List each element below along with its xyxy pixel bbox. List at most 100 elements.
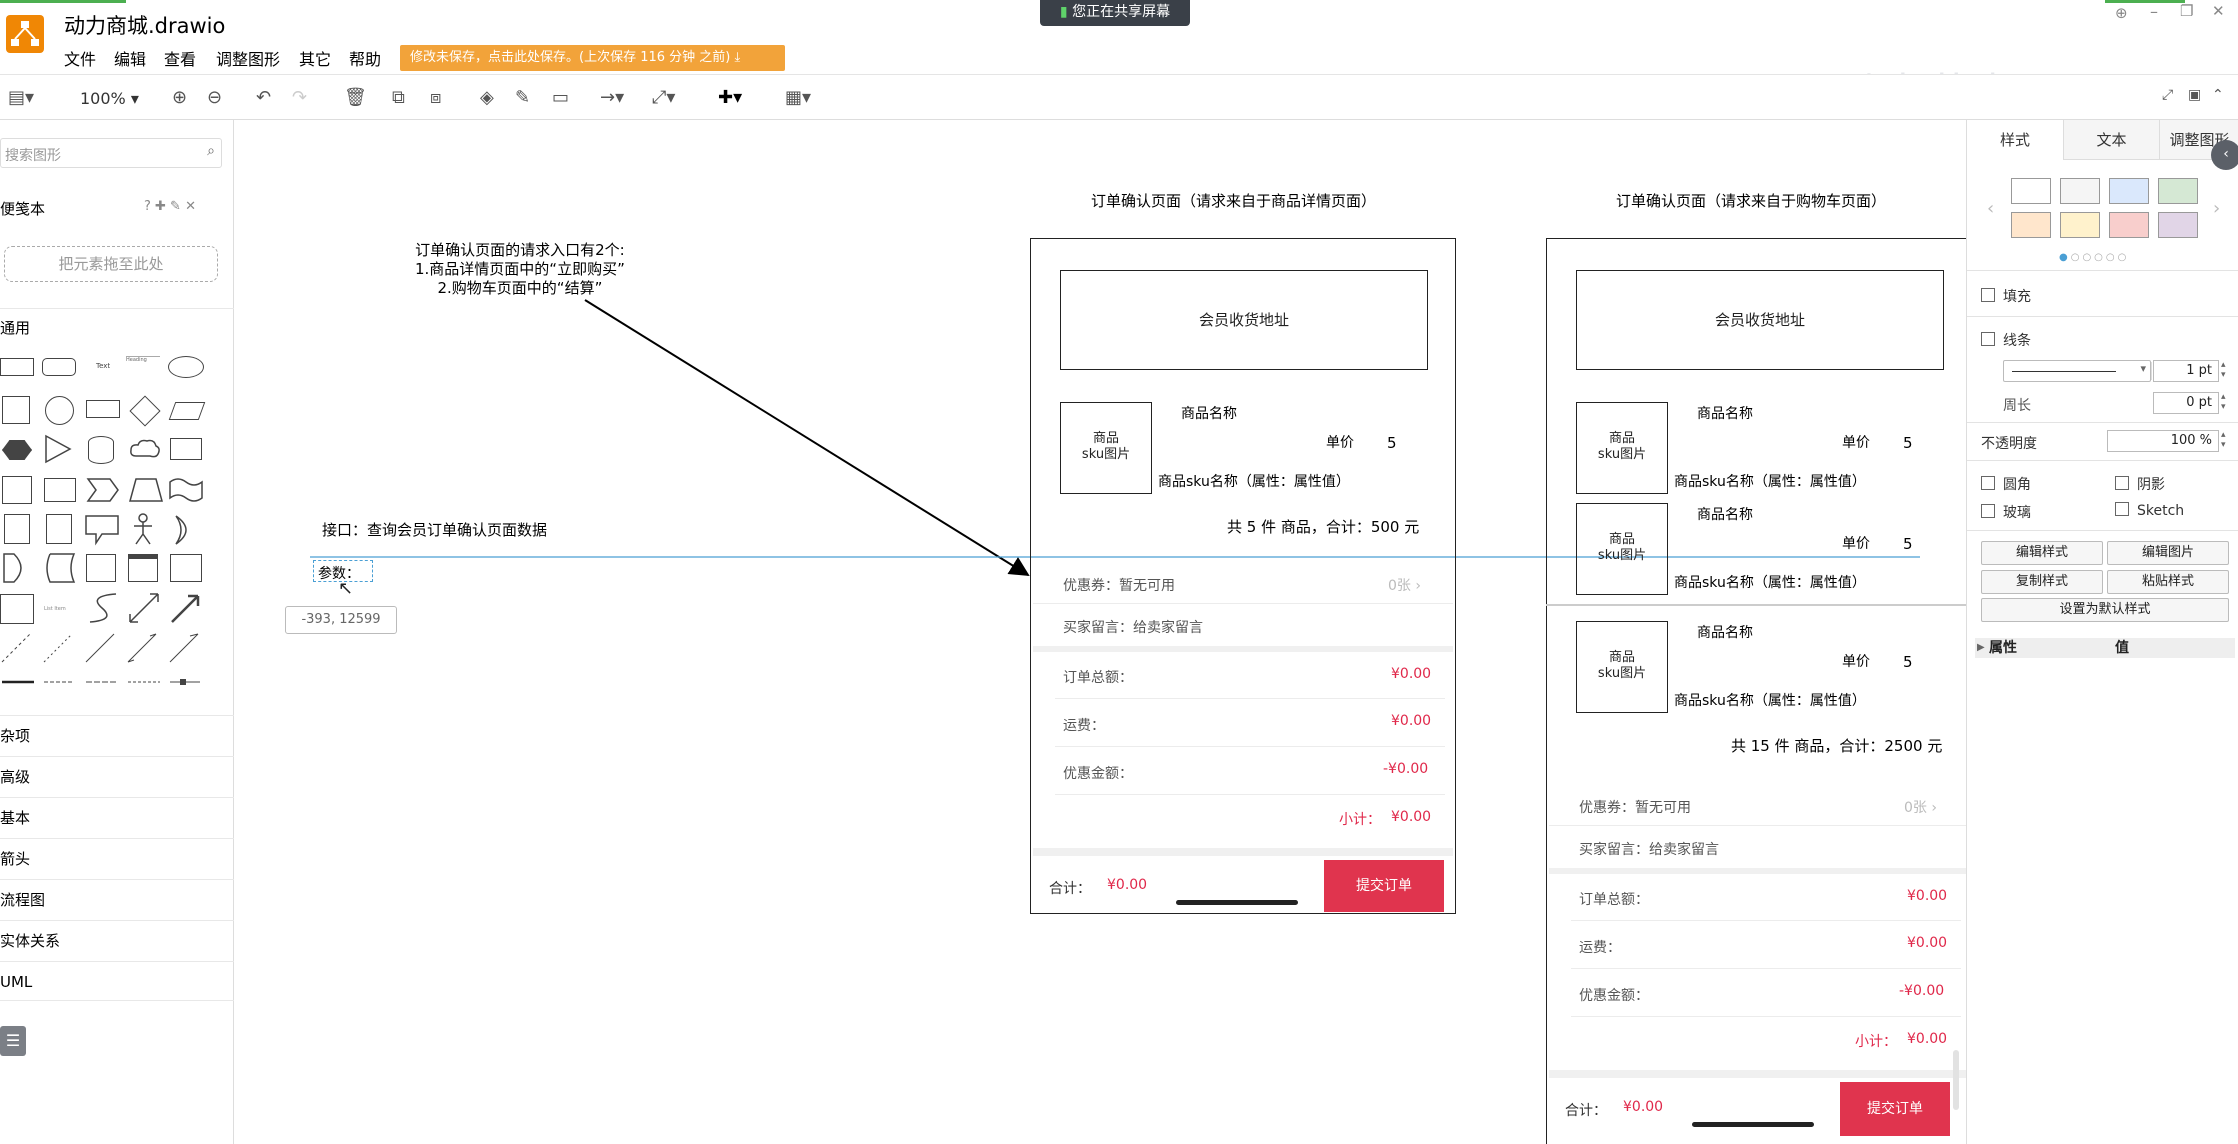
page1-sku-image[interactable]: 商品 sku图片 — [1060, 402, 1152, 494]
category-uml[interactable]: UML — [0, 961, 234, 1001]
bidirectional-arrow-shape[interactable] — [126, 590, 162, 626]
line-shapes[interactable] — [0, 630, 210, 666]
paste-style-button[interactable]: 粘贴样式 — [2107, 570, 2229, 594]
delete-icon[interactable]: 🗑 — [344, 87, 367, 108]
general-category-header[interactable]: 通用 — [0, 308, 234, 338]
process-shape[interactable] — [86, 400, 120, 418]
trapezoid-shape[interactable] — [128, 476, 164, 504]
cylinder-shape[interactable] — [88, 436, 114, 464]
zoom-out-icon[interactable]: ⊖ — [207, 87, 222, 108]
page1-coupon-count[interactable]: 0张 › — [1388, 575, 1421, 595]
page2-sku-image-3[interactable]: 商品 sku图片 — [1576, 621, 1668, 713]
document-shape[interactable] — [170, 438, 202, 460]
table-icon[interactable]: ▦▾ — [785, 87, 811, 108]
rounded-rectangle-shape[interactable] — [42, 358, 76, 376]
cube-shape[interactable] — [44, 478, 76, 502]
waypoints-icon[interactable]: ⤢▾ — [652, 87, 675, 108]
style-swatch-2[interactable] — [2060, 178, 2100, 204]
collapse-icon[interactable]: ⌃ — [2212, 87, 2224, 103]
page1-submit-button[interactable]: 提交订单 — [1324, 860, 1444, 912]
list-shape[interactable] — [0, 594, 34, 624]
triangle-shape[interactable] — [44, 434, 74, 464]
textbox-shape[interactable]: Heading — [126, 356, 160, 376]
style-swatch-1[interactable] — [2011, 178, 2051, 204]
page2-address-box[interactable]: 会员收货地址 — [1576, 270, 1944, 370]
shadow-icon[interactable]: ▭ — [552, 87, 569, 108]
menu-view[interactable]: 查看 — [164, 46, 196, 70]
frame-shape[interactable] — [170, 554, 202, 582]
step-shape[interactable] — [86, 476, 120, 504]
opacity-stepper[interactable]: ▴ ▾ — [2221, 430, 2226, 450]
page2-price-label-1[interactable]: 单价 — [1842, 432, 1870, 452]
page2-summary[interactable]: 共 15 件 商品，合计：2500 元 — [1731, 735, 1942, 756]
page2-sku-name-1[interactable]: 商品sku名称（属性：属性值） — [1674, 471, 1866, 491]
zoom-select[interactable]: 100% ▾ — [80, 89, 139, 108]
page2-coupon[interactable]: 优惠券：暂无可用 — [1579, 797, 1691, 817]
connection-icon[interactable]: →▾ — [600, 87, 624, 108]
scratchpad-header[interactable]: 便笺本 — [0, 198, 45, 219]
square-shape[interactable] — [2, 396, 30, 424]
maximize-icon[interactable]: ❐ — [2180, 2, 2193, 20]
page1-price-label[interactable]: 单价 — [1326, 432, 1354, 452]
connector-shapes[interactable] — [0, 676, 210, 688]
line-width-input[interactable]: 1 pt — [2153, 360, 2219, 382]
line-style-select[interactable]: ▾ — [2003, 360, 2151, 382]
line-width-stepper[interactable]: ▴ ▾ — [2221, 360, 2226, 380]
glass-checkbox[interactable]: 玻璃 — [1981, 502, 2031, 522]
panel-toggle-icon[interactable]: ▤▾ — [8, 87, 34, 108]
page2-coupon-count[interactable]: 0张 › — [1904, 797, 1937, 817]
container-shape[interactable] — [86, 554, 116, 582]
menu-edit[interactable]: 编辑 — [114, 46, 146, 70]
menu-help[interactable]: 帮助 — [349, 46, 381, 70]
style-swatch-8[interactable] — [2158, 212, 2198, 238]
edit-style-button[interactable]: 编辑样式 — [1981, 541, 2103, 565]
properties-header[interactable]: ▶ 属性 值 — [1975, 638, 2235, 658]
canvas-scrollbar[interactable] — [1953, 1050, 1959, 1110]
page2-sku-image-1[interactable]: 商品 sku图片 — [1576, 402, 1668, 494]
line-color-icon[interactable]: ✎ — [515, 87, 530, 108]
category-arrows[interactable]: 箭头 — [0, 838, 234, 878]
to-front-icon[interactable]: ⧉ — [392, 87, 405, 108]
page2-item-name-3[interactable]: 商品名称 — [1697, 622, 1753, 642]
tape-shape[interactable] — [168, 476, 204, 504]
shadow-checkbox[interactable]: 阴影 — [2115, 474, 2165, 494]
close-window-icon[interactable]: ✕ — [2212, 2, 2225, 20]
internal-storage-shape[interactable] — [2, 476, 32, 504]
page2-sku-image-2[interactable]: 商品 sku图片 — [1576, 503, 1668, 595]
page2-submit-button[interactable]: 提交订单 — [1840, 1082, 1950, 1136]
fill-checkbox[interactable]: 填充 — [1981, 286, 2031, 306]
zoom-in-icon[interactable]: ⊕ — [172, 87, 187, 108]
sketch-checkbox[interactable]: Sketch — [2115, 502, 2184, 519]
page2-price-value-1[interactable]: 5 — [1903, 434, 1913, 452]
set-default-style-button[interactable]: 设置为默认样式 — [1981, 598, 2229, 622]
actor-shape[interactable] — [130, 512, 156, 546]
document-title[interactable]: 动力商城.drawio — [64, 10, 225, 40]
perimeter-stepper[interactable]: ▴ ▾ — [2221, 392, 2226, 412]
page2-title[interactable]: 订单确认页面（请求来自于购物车页面） — [1616, 190, 1886, 211]
copy-style-button[interactable]: 复制样式 — [1981, 570, 2103, 594]
to-back-icon[interactable]: ⧈ — [430, 87, 441, 108]
globe-icon[interactable]: ⊕ — [2115, 4, 2128, 22]
tab-text[interactable]: 文本 — [2063, 120, 2159, 160]
shape-search-input[interactable]: 搜索图形 ⌕ — [0, 138, 222, 168]
circle-shape[interactable] — [45, 396, 74, 425]
style-swatch-5[interactable] — [2011, 212, 2051, 238]
undo-icon[interactable]: ↶ — [256, 87, 271, 108]
unsaved-warning-button[interactable]: 修改未保存，点击此处保存。(上次保存 116 分钟 之前) ⤓ — [400, 45, 785, 71]
rectangle-shape[interactable] — [0, 358, 34, 376]
page1-sku-name[interactable]: 商品sku名称（属性：属性值） — [1158, 471, 1350, 491]
menu-file[interactable]: 文件 — [64, 46, 96, 70]
menu-arrange[interactable]: 调整图形 — [216, 46, 280, 70]
page1-title[interactable]: 订单确认页面（请求来自于商品详情页面） — [1091, 190, 1376, 211]
category-advanced[interactable]: 高级 — [0, 756, 234, 796]
style-swatch-7[interactable] — [2109, 212, 2149, 238]
category-flowchart[interactable]: 流程图 — [0, 879, 234, 919]
style-swatch-4[interactable] — [2158, 178, 2198, 204]
list-item-shape[interactable]: List Item — [44, 606, 66, 612]
page2-price-label-3[interactable]: 单价 — [1842, 651, 1870, 671]
fullscreen-icon[interactable]: ⤢ — [2162, 87, 2173, 103]
page1-coupon[interactable]: 优惠券：暂无可用 — [1063, 575, 1175, 595]
api-label[interactable]: 接口：查询会员订单确认页面数据 — [322, 519, 547, 540]
rounded-checkbox[interactable]: 圆角 — [1981, 474, 2031, 494]
scratchpad-actions[interactable]: ? ✚ ✎ ✕ — [144, 199, 196, 214]
